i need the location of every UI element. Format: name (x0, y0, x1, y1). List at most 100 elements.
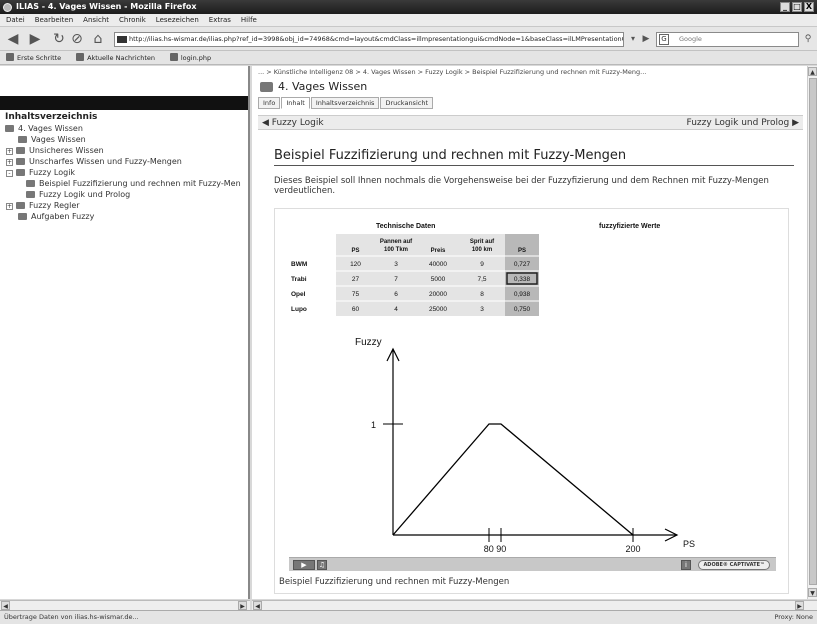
page-heading: Beispiel Fuzzifizierung und rechnen mit … (274, 148, 794, 166)
go-icon[interactable]: ▶ (640, 31, 652, 47)
next-page-label: Fuzzy Logik und Prolog (686, 118, 790, 128)
toc-label: Fuzzy Regler (29, 201, 80, 210)
expand-icon[interactable]: + (6, 148, 13, 155)
table-header: Pannen auf (380, 239, 413, 245)
window-titlebar: ILIAS - 4. Vages Wissen - Mozilla Firefo… (0, 0, 817, 14)
fuzzy-column-bg (505, 234, 539, 316)
scroll-left-icon[interactable]: ◀ (1, 601, 10, 610)
home-icon[interactable]: ⌂ (90, 31, 106, 47)
toc-item-unsicheres-wissen[interactable]: + Unsicheres Wissen (6, 146, 104, 155)
fuzzy-membership-chart: Fuzzy PS 1 80 90 200 (355, 337, 695, 554)
status-text: Übertrage Daten von ilias.hs-wismar.de..… (4, 613, 139, 621)
scroll-right-icon[interactable]: ▶ (238, 601, 247, 610)
toc-item-fuzzy-logik[interactable]: - Fuzzy Logik (6, 168, 75, 177)
info-icon[interactable]: i (681, 560, 691, 570)
menu-bearbeiten[interactable]: Bearbeiten (30, 14, 78, 27)
menu-lesezeichen[interactable]: Lesezeichen (151, 14, 204, 27)
bookmark-erste-schritte[interactable]: Erste Schritte (6, 51, 67, 65)
chapter-icon (16, 147, 25, 154)
table-cell: 7,5 (477, 276, 486, 283)
sidebar-horizontal-scrollbar[interactable]: ◀ ▶ (0, 600, 250, 610)
close-button[interactable]: X (804, 2, 814, 12)
tab-info[interactable]: Info (258, 97, 281, 109)
captivate-media-box: Technische Daten fuzzyfizierte Werte PS P… (274, 208, 789, 594)
menu-extras[interactable]: Extras (204, 14, 236, 27)
table-cell: 40000 (429, 261, 447, 268)
table-header: PS (351, 248, 359, 254)
bookmark-label: Aktuelle Nachrichten (87, 54, 155, 62)
prev-page-label: Fuzzy Logik (271, 118, 324, 128)
toc-item-vages-wissen-root[interactable]: 4. Vages Wissen (5, 124, 83, 133)
proxy-status: Proxy: None (774, 613, 813, 621)
fuzzy-values-title: fuzzyfizierte Werte (599, 223, 660, 230)
site-favicon-icon (117, 36, 127, 43)
menu-ansicht[interactable]: Ansicht (78, 14, 114, 27)
toc-label: Beispiel Fuzzifizierung und rechnen mit … (39, 179, 241, 188)
table-cell: 75 (352, 291, 360, 298)
y-tick-label: 1 (371, 420, 376, 430)
toc-item-fuzzy-logik-prolog[interactable]: Fuzzy Logik und Prolog (26, 190, 130, 199)
expand-icon[interactable]: + (6, 203, 13, 210)
sidebar-header-bar (0, 96, 248, 110)
collapse-icon[interactable]: - (6, 170, 13, 177)
url-dropdown-icon[interactable]: ▾ (628, 31, 638, 47)
window-title: ILIAS - 4. Vages Wissen - Mozilla Firefo… (16, 2, 197, 11)
tab-bar: Info Inhalt Inhaltsverzeichnis Druckansicht (258, 97, 434, 109)
back-icon[interactable]: ◀ (4, 31, 22, 47)
search-input[interactable]: G Google (656, 32, 799, 47)
prev-arrow-icon: ◀ (262, 118, 272, 128)
search-go-icon[interactable]: ⚲ (802, 31, 814, 47)
content-vertical-scrollbar[interactable]: ▲ ▼ (807, 66, 817, 599)
minimize-button[interactable]: _ (780, 2, 790, 12)
toc-item-unscharfes-wissen[interactable]: + Unscharfes Wissen und Fuzzy-Mengen (6, 157, 182, 166)
scroll-left-icon[interactable]: ◀ (253, 601, 262, 610)
scroll-right-icon[interactable]: ▶ (795, 601, 804, 610)
prev-page-link[interactable]: ◀ Fuzzy Logik (262, 116, 324, 130)
car-name: Opel (291, 291, 306, 298)
toc-item-aufgaben-fuzzy[interactable]: Aufgaben Fuzzy (18, 212, 94, 221)
toc-title: Inhaltsverzeichnis (5, 112, 98, 122)
volume-icon[interactable]: ♫ (317, 560, 327, 570)
adobe-captivate-logo[interactable]: ADOBE® CAPTIVATE™ (698, 560, 770, 570)
table-cell: 5000 (431, 276, 446, 283)
menu-hilfe[interactable]: Hilfe (236, 14, 262, 27)
car-name: BWM (291, 261, 307, 268)
toc-item-fuzzy-regler[interactable]: + Fuzzy Regler (6, 201, 80, 210)
breadcrumb[interactable]: ... > Künstliche Intelligenz 08 > 4. Vag… (258, 68, 646, 76)
toc-item-beispiel-fuzzifizierung[interactable]: Beispiel Fuzzifizierung und rechnen mit … (26, 179, 241, 188)
maximize-button[interactable]: □ (792, 2, 802, 12)
menu-datei[interactable]: Datei (0, 14, 30, 27)
membership-line (392, 423, 634, 536)
toc-item-vages-wissen[interactable]: Vages Wissen (18, 135, 86, 144)
content-frame: ... > Künstliche Intelligenz 08 > 4. Vag… (252, 66, 807, 599)
chapter-icon (18, 136, 27, 143)
scroll-up-icon[interactable]: ▲ (808, 67, 817, 76)
table-cell: 27 (352, 276, 360, 283)
tab-inhaltsverzeichnis[interactable]: Inhaltsverzeichnis (310, 97, 380, 109)
next-arrow-icon: ▶ (789, 118, 799, 128)
scroll-down-icon[interactable]: ▼ (808, 588, 817, 597)
page-icon (26, 180, 35, 187)
menu-bar: Datei Bearbeiten Ansicht Chronik Lesezeichen… (0, 14, 817, 27)
reload-icon[interactable]: ↻ (52, 31, 66, 47)
navigation-toolbar: ◀ ▶ ↻ ⊘ ⌂ http://ilias.hs-wismar.de/ilia… (0, 27, 817, 51)
tab-inhalt[interactable]: Inhalt (281, 97, 310, 109)
content-horizontal-scrollbar[interactable]: ◀ ▶ (252, 600, 817, 610)
scrollbar-thumb[interactable] (809, 78, 817, 585)
play-icon[interactable]: ▶ (293, 560, 315, 570)
car-name: Trabi (291, 276, 307, 283)
stop-icon[interactable]: ⊘ (70, 31, 84, 47)
google-engine-icon[interactable]: G (659, 34, 669, 45)
bookmark-aktuelle-nachrichten[interactable]: Aktuelle Nachrichten (76, 51, 161, 65)
chapter-icon (18, 213, 27, 220)
table-cell: 3 (394, 261, 398, 268)
toc-sidebar: Inhaltsverzeichnis 4. Vages Wissen Vages… (0, 66, 250, 599)
table-cell: 60 (352, 306, 360, 313)
bookmark-login[interactable]: login.php (169, 51, 217, 65)
next-page-link[interactable]: Fuzzy Logik und Prolog ▶ (687, 116, 799, 130)
expand-icon[interactable]: + (6, 159, 13, 166)
url-input[interactable]: http://ilias.hs-wismar.de/ilias.php?ref_… (114, 32, 624, 47)
forward-icon[interactable]: ▶ (26, 31, 44, 47)
tab-druckansicht[interactable]: Druckansicht (380, 97, 433, 109)
menu-chronik[interactable]: Chronik (114, 14, 151, 27)
